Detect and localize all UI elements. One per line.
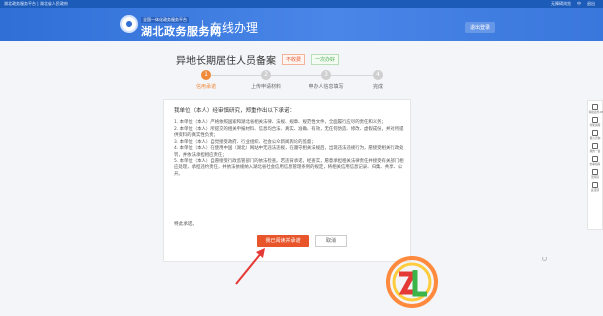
step-3: 3 申办人信息填写 [296, 70, 356, 90]
sidebar-item-app[interactable]: 湖北政务APP [588, 104, 603, 114]
phone-icon [592, 104, 598, 110]
top-bar-left-text[interactable]: 湖北政务服务平台 | 湖北省人民政府 [4, 0, 68, 8]
page-title: 异地长期居住人员备案 [176, 56, 276, 67]
annotation-arrow-icon [235, 248, 265, 285]
sidebar-item-label: 办事指南 [589, 162, 601, 166]
commitment-item: 1. 本单位（本人）严格依照国家和湖北省相关法律、法规、规章、规范性文件，全面履… [174, 120, 386, 125]
step-1: 1 信用承诺 [176, 70, 236, 90]
step-2: 2 上传申请材料 [236, 70, 296, 90]
sidebar-item-label: 留言咨询 [589, 136, 601, 140]
emblem-logo-icon[interactable] [120, 15, 138, 33]
commitment-item: 5. 本单位（本人）自愿接受行政监管部门的依法检查。若违背承诺，经查实，愿意承担… [174, 159, 404, 177]
progress-steps: 1 信用承诺 2 上传申请材料 3 申办人信息填写 4 完成 [176, 70, 408, 94]
once-badge: 一次办好 [311, 54, 340, 65]
sidebar-item-label: 无障碍 [590, 175, 600, 179]
step-number: 3 [321, 70, 331, 80]
step-4: 4 完成 [348, 70, 408, 90]
sidebar-item-label: 返顶部 [590, 188, 600, 192]
lang-link[interactable]: 中 [577, 0, 581, 8]
chat-icon [592, 130, 598, 136]
top-icon [592, 182, 598, 188]
site-header: 全国一体化政务服务平台 湖北政务服务网 在线办理 退出登录 [0, 8, 603, 41]
header-divider [202, 20, 203, 34]
watermark-logo-icon [386, 256, 438, 308]
top-bar: 湖北政务服务平台 | 湖北省人民政府 无障碍浏览 中 退出 [0, 0, 603, 8]
logout-link[interactable]: 退出 [587, 0, 595, 8]
cancel-button[interactable]: 取消 [315, 235, 347, 247]
commitment-closing: 特此承诺。 [174, 222, 197, 227]
commitment-items: 1. 本单位（本人）严格依照国家和湖北省相关法律、法规、规章、规范性文件，全面履… [174, 120, 404, 178]
commitment-item: 4. 本单位（本人）在使用中国（湖北）网站中无违法违规，在遵守相关法规后，出现违… [174, 146, 404, 158]
commitment-card: 我单位（本人）经审慎研究，郑重作出以下承诺： 1. 本单位（本人）严格依照国家和… [163, 99, 411, 262]
doc-icon [592, 143, 598, 149]
commitment-item: 3. 本单位（本人）自觉接受政府、行业组织、社会公众新闻舆论的监督； [174, 139, 316, 145]
user-menu-button[interactable]: 退出登录 [465, 22, 496, 33]
accessibility-link[interactable]: 无障碍浏览 [551, 0, 571, 8]
floating-toolbar: 湖北政务APP 智能客服 留言咨询 我的一窗 办事指南 无障碍 返顶部 [587, 100, 603, 230]
step-label: 申办人信息填写 [308, 84, 344, 90]
step-label: 信用承诺 [195, 84, 216, 90]
sidebar-item-top[interactable]: 返顶部 [588, 182, 602, 192]
sidebar-item-guide[interactable]: 办事指南 [588, 156, 602, 166]
step-label: 上传申请材料 [250, 84, 281, 90]
accessible-icon [592, 169, 598, 175]
step-number: 1 [201, 70, 211, 80]
commitment-item: 2. 本单位（本人）所提交的相关申报材料、信息均合法、真实、准确、有效，无任何伪… [174, 126, 404, 138]
commitment-intro: 我单位（本人）经审慎研究，郑重作出以下承诺： [174, 108, 296, 114]
step-number: 4 [373, 70, 383, 80]
sidebar-item-label: 智能客服 [589, 123, 601, 127]
loading-spinner-icon [542, 256, 547, 261]
fee-badge: 不收费 [282, 54, 306, 65]
headset-icon [592, 117, 598, 123]
step-number: 2 [261, 70, 271, 80]
sidebar-item-message[interactable]: 留言咨询 [588, 130, 602, 140]
sidebar-item-label: 我的一窗 [589, 149, 601, 153]
sidebar-item-service[interactable]: 智能客服 [588, 117, 602, 127]
sidebar-item-accessible[interactable]: 无障碍 [588, 169, 602, 179]
step-label: 完成 [372, 84, 383, 90]
section-title: 在线办理 [210, 21, 259, 35]
sidebar-item-window[interactable]: 我的一窗 [588, 143, 602, 153]
page-title-area: 异地长期居住人员备案 不收费 一次办好 [176, 52, 340, 67]
star-icon [592, 156, 598, 162]
sidebar-item-label: 湖北政务APP [588, 110, 603, 114]
top-bar-right-links: 无障碍浏览 中 退出 [551, 0, 595, 8]
